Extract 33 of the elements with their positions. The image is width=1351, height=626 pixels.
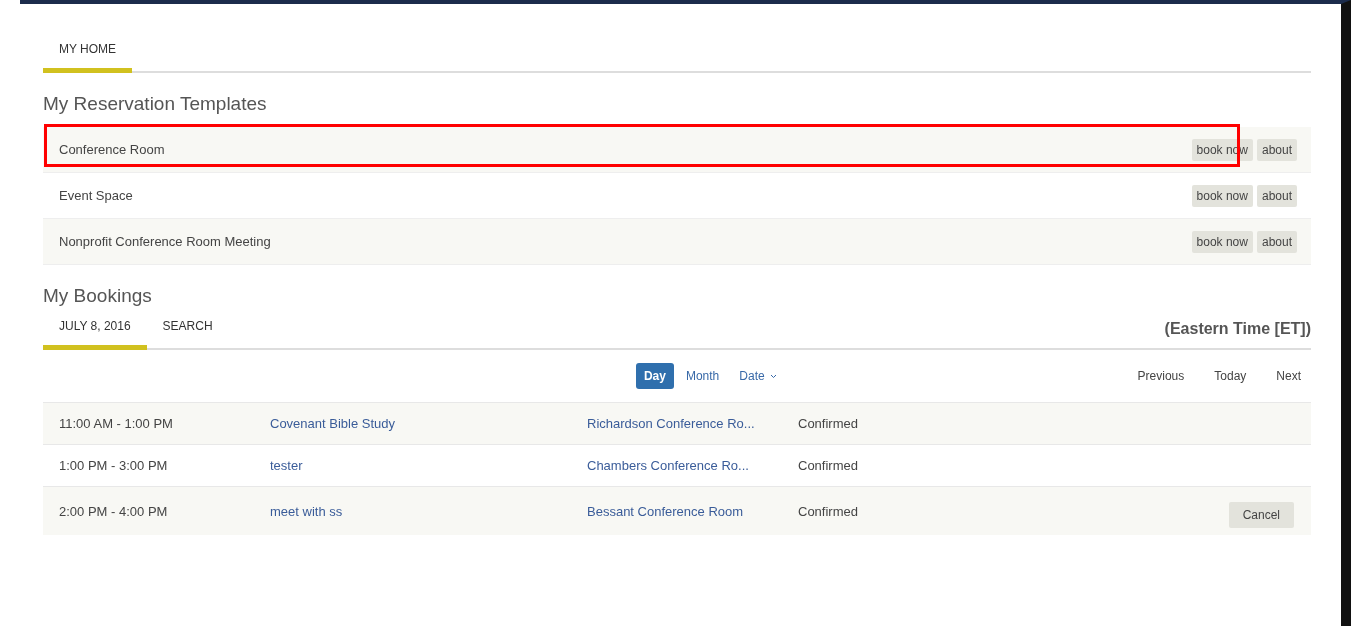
- nav-button[interactable]: Previous: [1137, 369, 1185, 383]
- booking-time: 2:00 PM - 4:00 PM: [59, 503, 169, 519]
- book-now-button[interactable]: book now: [1191, 184, 1253, 207]
- book-now-button[interactable]: book now: [1191, 230, 1253, 253]
- booking-status: Confirmed: [798, 503, 859, 519]
- booking-time: 11:00 AM - 1:00 PM: [59, 416, 174, 431]
- booking-title-link[interactable]: tester: [270, 458, 587, 473]
- tab[interactable]: SEARCH: [146, 319, 229, 350]
- template-name: Nonprofit Conference Room Meeting: [59, 234, 272, 249]
- about-button[interactable]: about: [1256, 138, 1297, 161]
- booking-status: Confirmed: [798, 458, 859, 473]
- section-heading: My Bookings: [43, 285, 153, 307]
- template-name: Conference Room: [59, 142, 166, 157]
- nav-button[interactable]: Today: [1214, 369, 1247, 383]
- section-heading: My Reservation Templates: [43, 93, 268, 115]
- booking-status: Confirmed: [798, 416, 859, 431]
- location-link[interactable]: Chambers Conference Ro...: [587, 458, 798, 473]
- view-button[interactable]: Date: [731, 363, 785, 389]
- booking-title-link[interactable]: meet with ss: [270, 503, 587, 519]
- location-link[interactable]: Bessant Conference Room: [587, 503, 798, 519]
- tab[interactable]: MY HOME: [43, 42, 133, 73]
- view-button[interactable]: Day: [635, 363, 674, 389]
- view-button[interactable]: Month: [677, 363, 728, 389]
- timezone-label: (Eastern Time [ET]): [1164, 320, 1311, 339]
- tab[interactable]: JULY 8, 2016: [43, 319, 147, 350]
- about-button[interactable]: about: [1256, 230, 1297, 253]
- booking-time: 1:00 PM - 3:00 PM: [59, 458, 169, 473]
- template-name: Event Space: [59, 188, 134, 203]
- booking-title-link[interactable]: Covenant Bible Study: [270, 416, 587, 431]
- location-link[interactable]: Richardson Conference Ro...: [587, 416, 798, 431]
- cancel-button[interactable]: Cancel: [1228, 502, 1294, 528]
- about-button[interactable]: about: [1256, 184, 1297, 207]
- nav-button[interactable]: Next: [1276, 369, 1301, 383]
